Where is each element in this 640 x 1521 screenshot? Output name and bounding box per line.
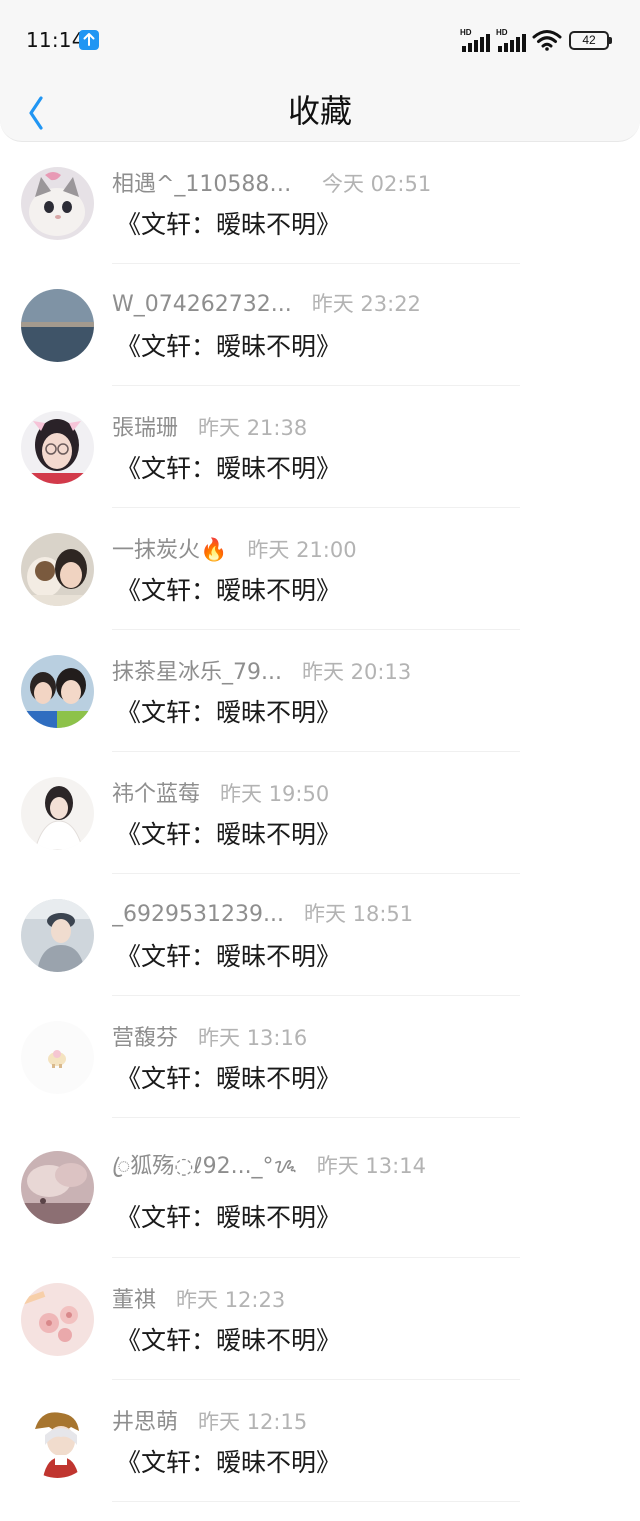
list-item[interactable]: 一抹炭火🔥 昨天 21:00 《文轩：暧昧不明》: [0, 508, 640, 630]
list-item[interactable]: 相遇^_1105882... 今天 02:51 《文轩：暧昧不明》: [0, 142, 640, 264]
user-name[interactable]: 营馥芬: [112, 1020, 178, 1052]
user-name[interactable]: 井思萌: [112, 1404, 178, 1436]
item-message: 《文轩：暧昧不明》: [116, 1203, 342, 1232]
signal-icon: HD: [496, 28, 528, 52]
avatar[interactable]: [21, 655, 94, 728]
list-item[interactable]: 祎个蓝莓 昨天 19:50 《文轩：暧昧不明》: [0, 752, 640, 874]
item-message: 《文轩：暧昧不明》: [116, 942, 342, 971]
item-message: 《文轩：暧昧不明》: [116, 1064, 342, 1093]
avatar[interactable]: [21, 411, 94, 484]
avatar[interactable]: [21, 533, 94, 606]
user-name[interactable]: 董祺: [112, 1282, 156, 1314]
avatar[interactable]: [21, 777, 94, 850]
timestamp: 昨天 18:51: [303, 902, 414, 926]
list-item[interactable]: 抹茶星冰乐_79... 昨天 20:13 《文轩：暧昧不明》: [0, 630, 640, 752]
timestamp: 昨天 19:50: [220, 782, 330, 806]
timestamp: 今天 02:51: [322, 172, 432, 196]
timestamp: 昨天 21:00: [247, 538, 357, 562]
list-item[interactable]: _6929531239... 昨天 18:51 《文轩：暧昧不明》: [0, 874, 640, 996]
item-meta: 一抹炭火🔥 昨天 21:00: [112, 532, 357, 564]
list-item[interactable]: W_074262732... 昨天 23:22 《文轩：暧昧不明》: [0, 264, 640, 386]
avatar[interactable]: [21, 1021, 94, 1094]
page-title: 收藏: [287, 92, 352, 130]
item-message: 《文轩：暧昧不明》: [116, 1326, 342, 1355]
user-name[interactable]: _6929531239...: [112, 902, 284, 927]
user-name[interactable]: 一抹炭火🔥: [112, 532, 227, 564]
item-meta: 祎个蓝莓 昨天 19:50: [112, 776, 330, 808]
timestamp: 昨天 23:22: [311, 292, 421, 316]
item-meta: ꦿ狐殇◌ℓ92..._°ᝰ 昨天 13:14: [112, 1148, 426, 1179]
user-name[interactable]: 相遇^_1105882...: [112, 166, 302, 198]
timestamp: 昨天 21:38: [198, 416, 308, 440]
timestamp: 昨天 13:14: [316, 1154, 426, 1178]
item-meta: 董祺 昨天 12:23: [112, 1282, 286, 1314]
user-name[interactable]: 抹茶星冰乐_79...: [112, 654, 282, 686]
signal-icon: HD: [460, 28, 492, 52]
item-meta: _6929531239... 昨天 18:51: [112, 898, 413, 928]
list-item[interactable]: ꦿ狐殇◌ℓ92..._°ᝰ 昨天 13:14 《文轩：暧昧不明》: [0, 1118, 640, 1258]
avatar[interactable]: [21, 899, 94, 972]
user-name[interactable]: 祎个蓝莓: [112, 776, 200, 808]
timestamp: 昨天 13:16: [198, 1026, 308, 1050]
item-meta: 营馥芬 昨天 13:16: [112, 1020, 308, 1052]
battery-indicator: 42: [569, 31, 612, 50]
item-meta: W_074262732... 昨天 23:22: [112, 288, 421, 318]
avatar[interactable]: [21, 1405, 94, 1478]
item-message: 《文轩：暧昧不明》: [116, 332, 342, 361]
item-message: 《文轩：暧昧不明》: [116, 576, 342, 605]
item-meta: 相遇^_1105882... 今天 02:51: [112, 166, 432, 198]
avatar[interactable]: [21, 167, 94, 240]
user-name[interactable]: W_074262732...: [112, 292, 292, 317]
list-item[interactable]: 井思萌 昨天 12:15 《文轩：暧昧不明》: [0, 1380, 640, 1502]
item-message: 《文轩：暧昧不明》: [116, 210, 342, 239]
upload-arrow-icon: [79, 30, 99, 50]
wifi-icon: [532, 29, 562, 55]
timestamp: 昨天 12:15: [198, 1410, 308, 1434]
item-message: 《文轩：暧昧不明》: [116, 820, 342, 849]
status-bar: 11:14 HD HD 42: [0, 0, 640, 80]
user-name[interactable]: 張瑞珊: [112, 410, 178, 442]
list-item[interactable]: 張瑞珊 昨天 21:38 《文轩：暧昧不明》: [0, 386, 640, 508]
timestamp: 昨天 20:13: [301, 660, 412, 684]
item-meta: 張瑞珊 昨天 21:38: [112, 410, 308, 442]
list-item[interactable]: 董祺 昨天 12:23 《文轩：暧昧不明》: [0, 1258, 640, 1380]
item-message: 《文轩：暧昧不明》: [116, 698, 342, 727]
item-message: 《文轩：暧昧不明》: [116, 1448, 342, 1477]
status-time: 11:14: [26, 28, 85, 52]
item-meta: 井思萌 昨天 12:15: [112, 1404, 308, 1436]
avatar[interactable]: [21, 289, 94, 362]
list-item[interactable]: 营馥芬 昨天 13:16 《文轩：暧昧不明》: [0, 996, 640, 1118]
avatar[interactable]: [21, 1151, 94, 1224]
item-message: 《文轩：暧昧不明》: [116, 454, 342, 483]
nav-header: 收藏: [0, 80, 640, 142]
user-name[interactable]: ꦿ狐殇◌ℓ92..._°ᝰ: [112, 1148, 297, 1194]
timestamp: 昨天 12:23: [176, 1288, 286, 1312]
item-meta: 抹茶星冰乐_79... 昨天 20:13: [112, 654, 412, 686]
avatar[interactable]: [21, 1283, 94, 1356]
